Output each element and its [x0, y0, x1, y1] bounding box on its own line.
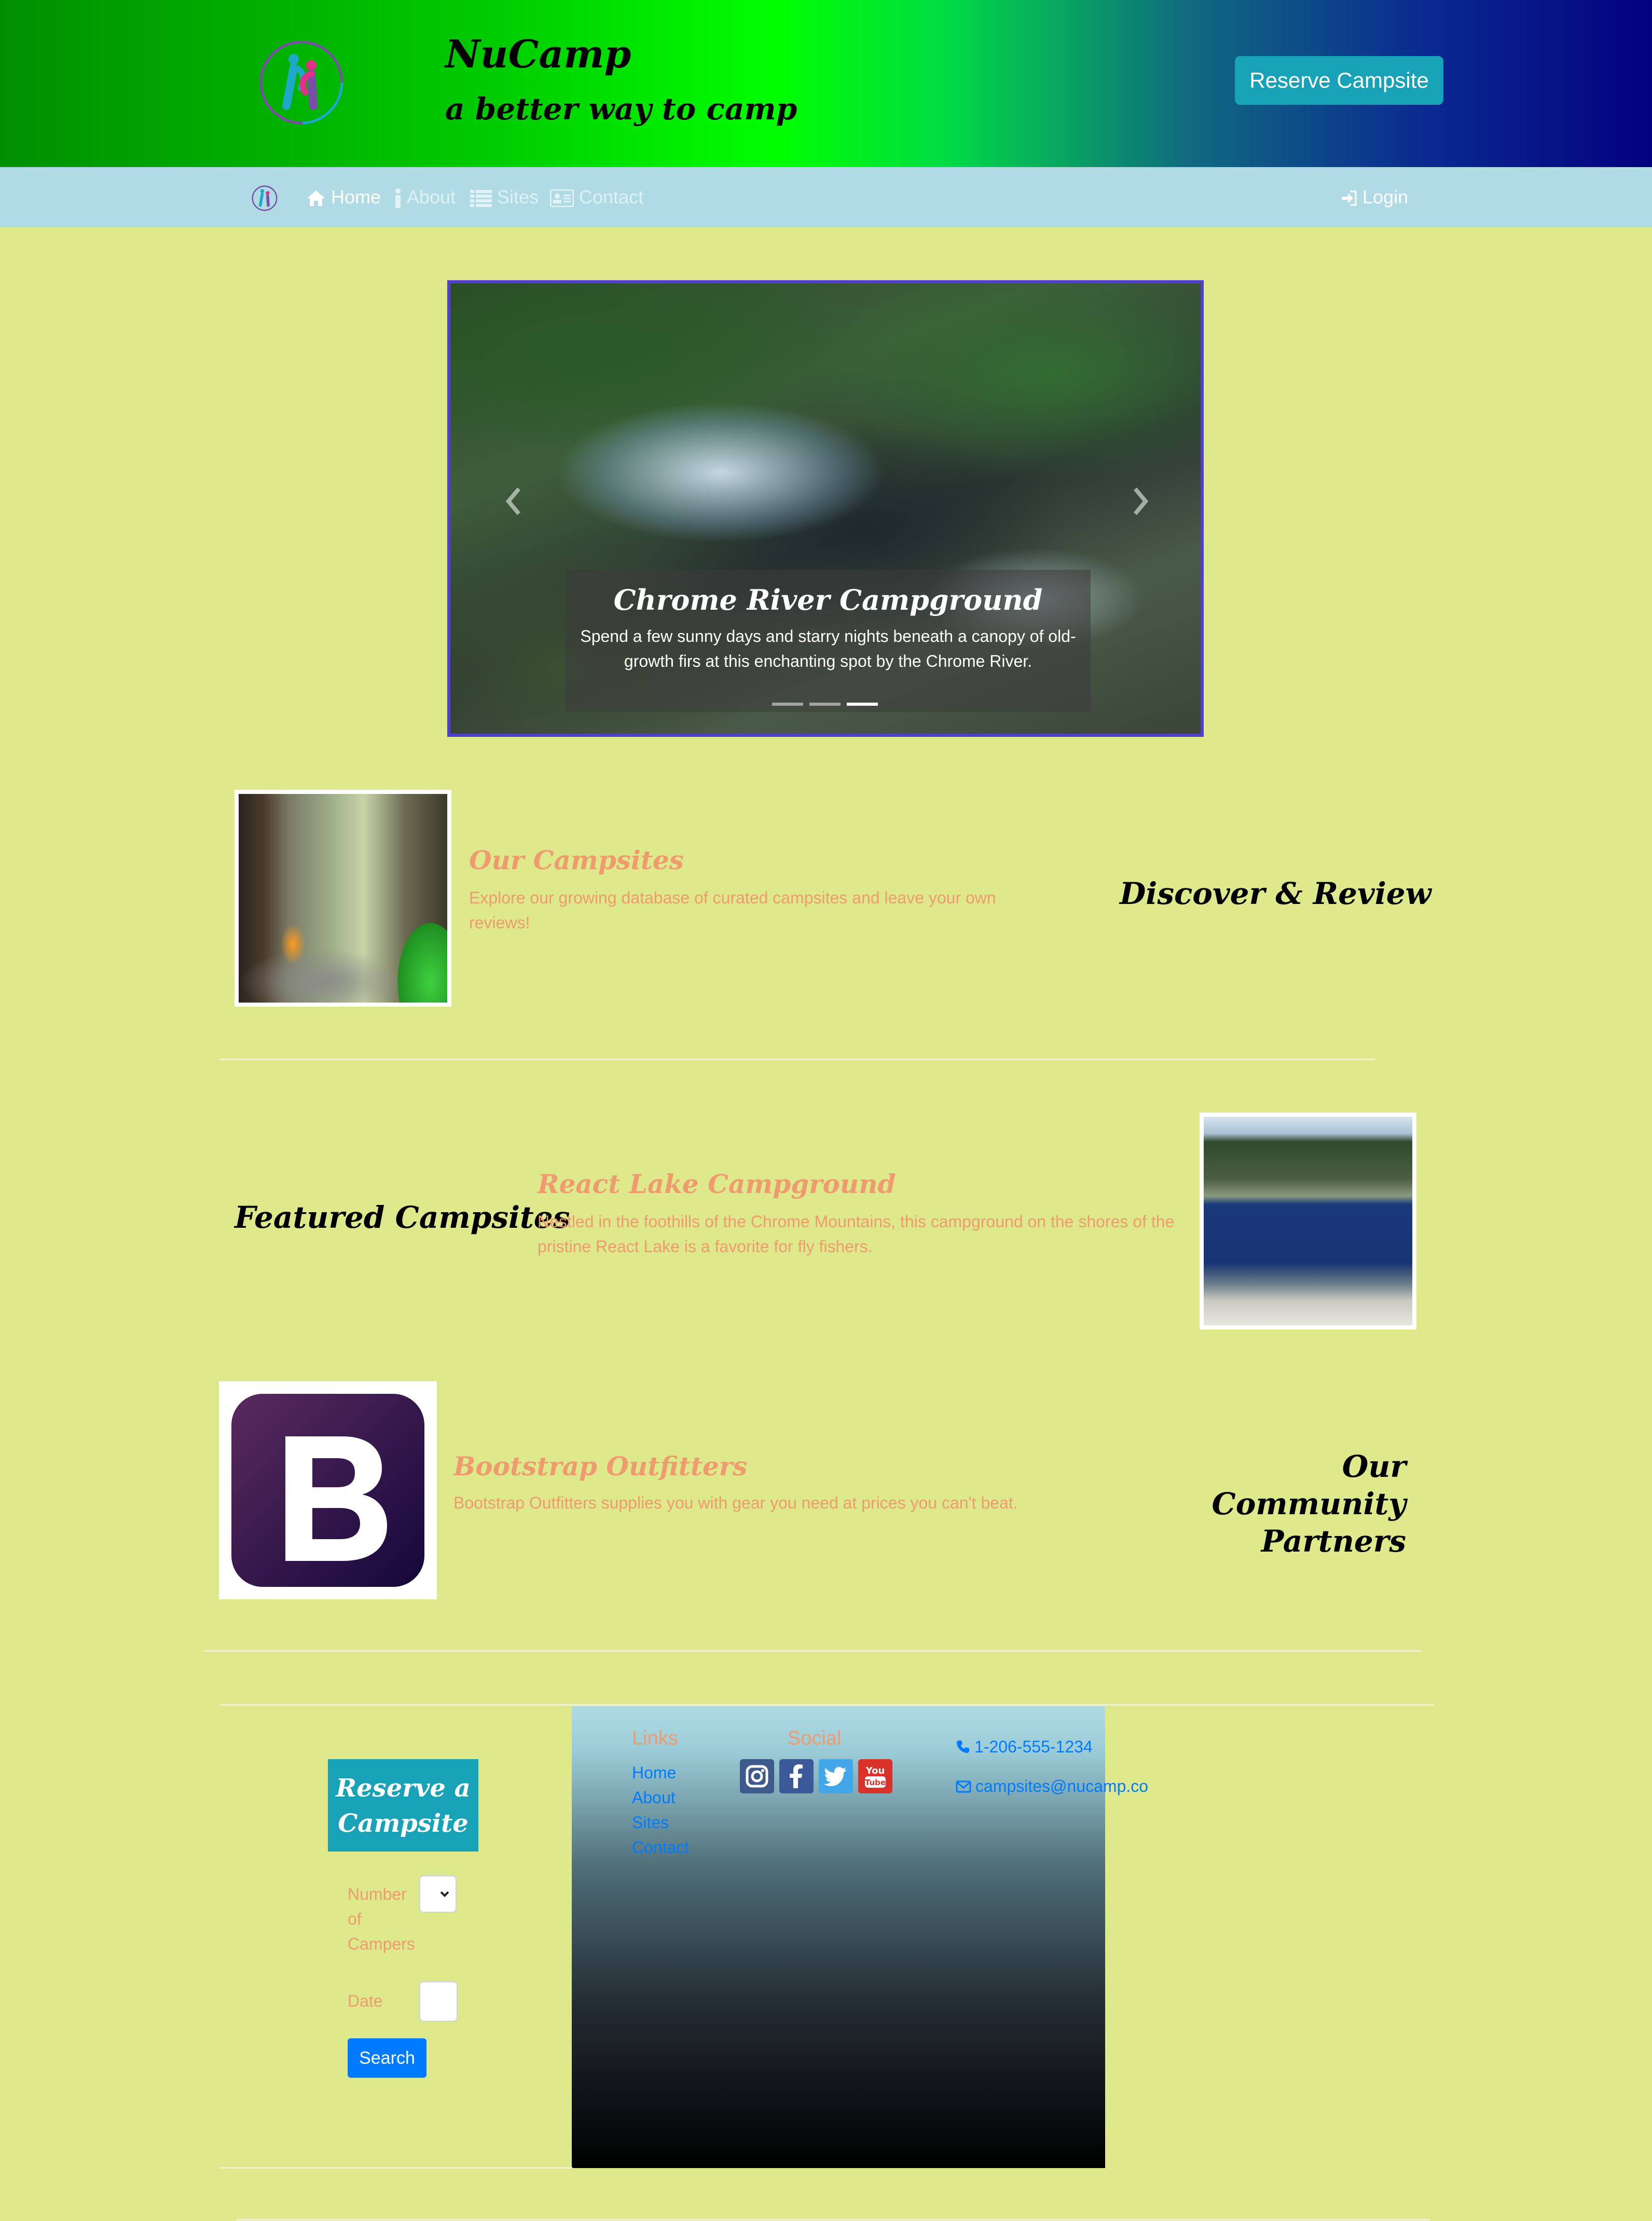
nucamp-logo-icon[interactable] [251, 185, 278, 212]
carousel-text: Spend a few sunny days and starry nights… [580, 627, 1076, 670]
footer-link-contact[interactable]: Contact [632, 1835, 689, 1860]
svg-text:You: You [865, 1765, 885, 1776]
react-lake-heading: React Lake Campground [538, 1169, 896, 1199]
carousel-indicator[interactable] [772, 703, 803, 706]
campsites-text: Explore our growing database of curated … [469, 888, 996, 932]
carousel-indicator[interactable] [809, 703, 841, 706]
footer-link-sites[interactable]: Sites [632, 1810, 669, 1835]
partner-logo [219, 1381, 437, 1599]
facebook-icon[interactable] [779, 1759, 814, 1793]
footer-link-about[interactable]: About [632, 1785, 676, 1810]
email-link[interactable]: campsites@nucamp.co [956, 1774, 1148, 1799]
site-subtitle: a better way to camp [445, 91, 797, 127]
nav-item-sites[interactable]: Sites [470, 183, 539, 212]
reserve-campsite-box: Reserve a Campsite [328, 1759, 478, 1852]
nucamp-logo-icon [259, 40, 343, 125]
login-link[interactable]: Login [1341, 183, 1408, 212]
site-header: NuCamp a better way to camp Reserve Camp… [0, 0, 1652, 167]
lake-photo [1204, 1117, 1412, 1325]
footer-divider [220, 1704, 1434, 1706]
nav-item-label: About [407, 186, 456, 208]
section-divider [220, 1059, 1375, 1060]
date-label: Date [348, 1992, 383, 2010]
campsite-carousel: Chrome River Campground Spend a few sunn… [447, 280, 1204, 737]
section-divider [203, 1650, 1422, 1652]
carousel-next-icon[interactable] [1125, 481, 1156, 522]
partner-heading: Bootstrap Outfitters [453, 1451, 748, 1482]
chevron-down-icon [440, 1891, 449, 1897]
bootstrap-logo-icon [231, 1394, 424, 1587]
date-input[interactable] [419, 1981, 458, 2022]
email-text: campsites@nucamp.co [975, 1777, 1149, 1795]
nav-item-label: Home [331, 186, 381, 208]
campsite-image [235, 790, 451, 1007]
social-heading: Social [788, 1728, 842, 1749]
react-lake-text: Nestled in the foothills of the Chrome M… [538, 1212, 1175, 1256]
phone-text: 1-206-555-1234 [974, 1737, 1093, 1756]
campers-label-line3: Campers [348, 1935, 415, 1953]
reserve-title-line1: Reserve a [336, 1774, 471, 1803]
envelope-icon [956, 1780, 971, 1793]
nav-item-label: Contact [579, 186, 644, 208]
carousel-indicator-active[interactable] [847, 703, 878, 706]
featured-campsite-image [1200, 1113, 1416, 1329]
reserve-title-line2: Campsite [338, 1809, 469, 1838]
nav-item-about[interactable]: About [394, 183, 456, 212]
links-heading: Links [632, 1728, 678, 1749]
sign-in-icon [1342, 190, 1357, 206]
footer-bottom-divider [220, 2167, 573, 2169]
featured-campsites-heading: Featured Campsites [235, 1200, 570, 1235]
instagram-icon[interactable] [740, 1759, 774, 1793]
reserve-campsite-button[interactable]: Reserve Campsite [1235, 56, 1443, 105]
navbar: Home About Sites Contact Login [0, 167, 1652, 227]
nav-item-contact[interactable]: Contact [550, 183, 643, 212]
community-partners-line2: Partners [1261, 1524, 1406, 1559]
svg-text:Tube: Tube [865, 1778, 886, 1787]
campsites-heading: Our Campsites [469, 845, 684, 875]
partner-text: Bootstrap Outfitters supplies you with g… [453, 1493, 1018, 1512]
campers-label-line2: of [348, 1910, 362, 1928]
nav-item-home[interactable]: Home [306, 183, 381, 212]
phone-icon [957, 1740, 969, 1753]
community-partners-heading: Our Community Partners [1141, 1448, 1406, 1560]
nav-item-label: Sites [497, 186, 539, 208]
carousel-title: Chrome River Campground [613, 583, 1043, 616]
discover-review-heading: Discover & Review [1120, 876, 1431, 911]
carousel-caption: Chrome River Campground Spend a few sunn… [566, 570, 1091, 712]
info-icon [395, 188, 401, 209]
list-icon [470, 190, 492, 208]
campers-label: Number of Campers [348, 1882, 415, 1956]
twitter-icon[interactable] [819, 1759, 853, 1793]
home-icon [307, 190, 325, 207]
address-card-icon [550, 189, 574, 208]
search-button[interactable]: Search [348, 2038, 426, 2078]
youtube-icon[interactable]: You Tube [858, 1759, 892, 1793]
bootstrap-logo [223, 1386, 433, 1595]
community-partners-line1: Our Community [1212, 1449, 1406, 1521]
campers-label-line1: Number [348, 1885, 407, 1903]
campfire-photo [239, 794, 447, 1003]
phone-link[interactable]: 1-206-555-1234 [956, 1734, 1093, 1759]
carousel-prev-icon[interactable] [498, 481, 529, 522]
page-bottom-divider [237, 2219, 1430, 2220]
site-title: NuCamp [445, 32, 631, 77]
campers-select[interactable] [419, 1875, 457, 1913]
footer-link-home[interactable]: Home [632, 1760, 676, 1785]
login-label: Login [1362, 186, 1409, 208]
